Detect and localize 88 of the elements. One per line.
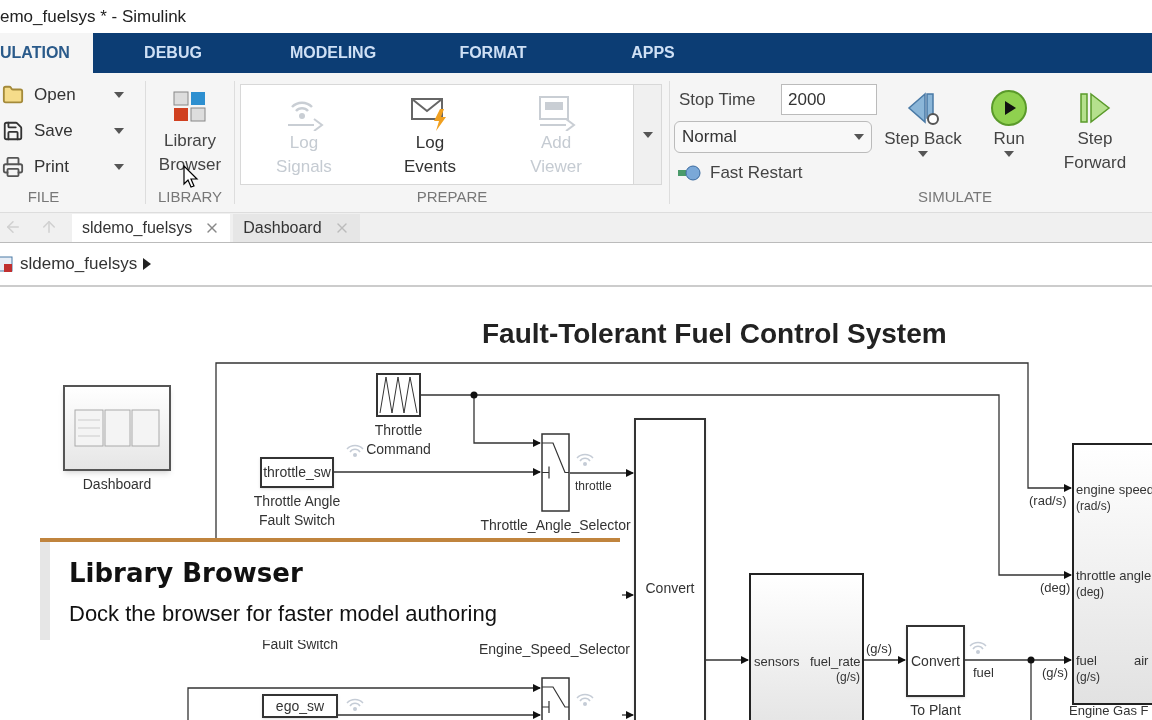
subsystem-block[interactable] <box>749 573 864 720</box>
window-title: emo_fuelsys * - Simulink <box>0 5 187 28</box>
caption-title: Library Browser <box>69 557 304 590</box>
signal-line <box>621 591 634 599</box>
convert-block[interactable]: Convert <box>634 418 706 720</box>
signal-label: (rad/s) <box>1029 493 1067 507</box>
signal-label: (g/s) <box>866 641 892 655</box>
stop-time-field[interactable]: 2000 <box>781 84 877 115</box>
ribbon-tab[interactable]: MODELING <box>253 33 413 73</box>
switch-block[interactable] <box>541 433 570 512</box>
simulate-button[interactable]: Run <box>966 89 1052 186</box>
ribbon-tab[interactable]: APPS <box>573 33 733 73</box>
caret-icon <box>1004 151 1014 157</box>
signal-line <box>705 656 749 664</box>
switch-block[interactable] <box>541 677 570 720</box>
dashboard-thumbnail-icon <box>74 408 160 448</box>
prepare-button[interactable]: Log Events <box>367 85 493 184</box>
subsystem-block[interactable] <box>1072 443 1152 705</box>
signal-line <box>621 711 634 719</box>
block-label: Throttle_Angle_Selector <box>479 516 632 535</box>
signal-label: fuel <box>973 665 994 679</box>
signal-label: Engine_Speed_Selector <box>479 642 630 656</box>
simulate-button[interactable]: Step Forward <box>1052 89 1138 186</box>
caret-icon <box>918 151 928 157</box>
signal-label: (deg) <box>1076 586 1104 598</box>
editor-tab[interactable]: sldemo_fuelsys <box>72 214 231 242</box>
simulation-mode-dropdown[interactable]: Normal <box>674 121 872 153</box>
stop-time-label: Stop Time <box>679 88 757 111</box>
signal-label: sensors <box>754 654 800 668</box>
expand-arrow-icon[interactable] <box>143 258 152 270</box>
printer-icon <box>2 155 24 178</box>
block-label: Throttle Angle Fault Switch <box>252 492 342 530</box>
run-icon <box>990 89 1028 127</box>
signal-label: (g/s) <box>836 671 860 683</box>
signal-line <box>863 656 906 664</box>
fast-restart-button[interactable]: Fast Restart <box>674 159 880 187</box>
section-label: SIMULATE <box>917 187 993 207</box>
constant-block[interactable]: throttle_sw <box>260 457 334 488</box>
signal-logging-icon <box>969 640 987 654</box>
file-menu-button[interactable]: Save <box>2 115 145 146</box>
signal-label: throttle angle <box>1076 568 1152 582</box>
grid-icon <box>173 91 207 123</box>
save-icon <box>2 119 24 142</box>
caret-icon <box>854 134 864 140</box>
caption-text: Dock the browser for faster model authoring <box>69 600 497 628</box>
caret-icon <box>114 127 124 134</box>
convert-block[interactable]: Convert <box>906 625 965 697</box>
signal-label: (rad/s) <box>1076 500 1111 512</box>
signal-label: fuel_rate <box>810 654 861 668</box>
step-back-icon <box>905 90 941 126</box>
model-icon <box>0 254 14 274</box>
signal-label: (g/s) <box>1076 671 1100 683</box>
signal-logging-icon <box>576 452 594 466</box>
step-forward-icon <box>1077 90 1113 126</box>
signal-label: (g/s) <box>1042 665 1068 679</box>
constant-block[interactable]: ego_sw <box>262 694 338 718</box>
block-label: Throttle Command <box>365 421 432 459</box>
signal-label: fuel <box>1076 653 1097 667</box>
signal-logging-icon <box>346 697 364 711</box>
simulate-button[interactable]: Step Back <box>880 89 966 186</box>
signal-label: Engine Gas F <box>1069 703 1149 717</box>
signal-generator-block[interactable] <box>376 373 421 417</box>
block-label: Dashboard <box>81 475 153 494</box>
file-menu-button[interactable]: Open <box>2 79 145 110</box>
caret-icon <box>114 163 124 170</box>
editor-tab[interactable]: Dashboard <box>233 214 360 242</box>
breadcrumb-item[interactable]: sldemo_fuelsys <box>20 251 138 277</box>
signal-label: air <box>1134 653 1149 667</box>
diagram-title: Fault-Tolerant Fuel Control System <box>482 317 947 351</box>
ribbon-tab[interactable]: DEBUG <box>93 33 253 73</box>
ribbon-tab[interactable]: FORMAT <box>413 33 573 73</box>
block-label: To Plant <box>909 701 962 720</box>
dashboard-block[interactable] <box>63 385 171 471</box>
ribbon-tab[interactable]: ULATION <box>0 33 93 73</box>
viewer-icon <box>536 95 576 131</box>
signal-logging-icon <box>576 692 594 706</box>
library-browser-button[interactable]: Library Browser <box>155 73 225 186</box>
file-menu-button[interactable]: Print <box>2 151 145 182</box>
signal-label: throttle <box>575 480 612 492</box>
signal-logging-icon <box>346 443 364 457</box>
signal-label: (deg) <box>1040 580 1071 594</box>
section-label: PREPARE <box>416 187 488 207</box>
caret-icon <box>642 131 653 138</box>
fast-restart-icon <box>678 165 702 181</box>
section-label: LIBRARY <box>158 187 222 207</box>
folder-icon <box>2 83 24 106</box>
section-label: FILE <box>26 187 61 207</box>
caret-icon <box>114 91 124 98</box>
